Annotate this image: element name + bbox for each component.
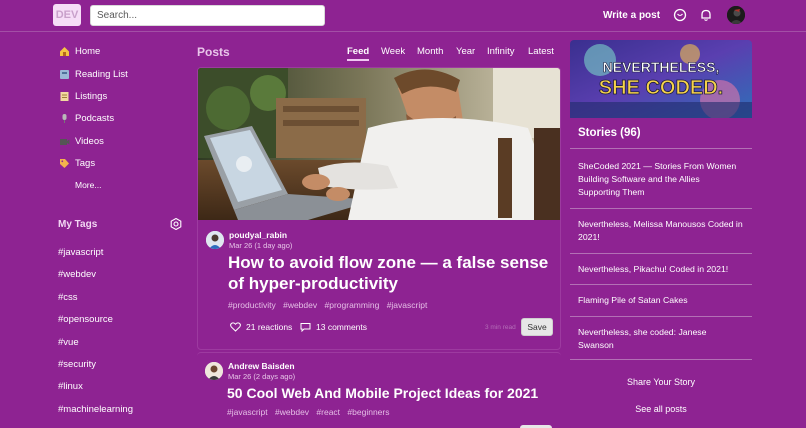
posts-heading: Posts	[197, 45, 230, 59]
logo-text: DEV	[55, 9, 79, 21]
tab-week[interactable]: Week	[381, 46, 405, 57]
gear-icon[interactable]	[170, 218, 182, 230]
share-story-link[interactable]: Share Your Story	[570, 377, 752, 387]
bell-icon[interactable]	[699, 8, 713, 22]
tag-link-webdev[interactable]: #webdev	[58, 269, 96, 280]
tag-link-vue[interactable]: #vue	[58, 337, 79, 348]
read-time: 3 min read	[485, 324, 516, 331]
sidebar-item-label: Videos	[75, 135, 104, 147]
story-item[interactable]: SheCoded 2021 — Stories From Women Build…	[570, 148, 752, 208]
author-avatar[interactable]	[206, 231, 224, 249]
post-tag[interactable]: #webdev	[283, 300, 317, 310]
tab-infinity[interactable]: Infinity	[487, 46, 514, 57]
sidebar-item-reading-list[interactable]: Reading List	[59, 66, 128, 82]
sidebar-item-listings[interactable]: Listings	[59, 88, 107, 104]
story-item[interactable]: Nevertheless, Melissa Manousos Coded in …	[570, 208, 752, 250]
heart-icon	[230, 322, 241, 332]
tab-year[interactable]: Year	[456, 46, 475, 57]
reactions-count: 21 reactions	[246, 322, 293, 332]
tag-link-security[interactable]: #security	[58, 359, 96, 370]
user-avatar[interactable]	[727, 6, 745, 24]
microphone-icon	[62, 113, 67, 123]
post-tag[interactable]: #beginners	[347, 407, 389, 417]
post-card[interactable]: Andrew Baisden Mar 26 (2 days ago) 50 Co…	[197, 352, 561, 428]
post-card[interactable]: poudyal_rabin Mar 26 (1 day ago) How to …	[197, 67, 561, 350]
post-tags: #productivity #webdev #programming #java…	[228, 300, 432, 310]
tag-link-opensource[interactable]: #opensource	[58, 314, 113, 325]
post-tags: #javascript #webdev #react #beginners	[227, 407, 394, 417]
author-name[interactable]: Andrew Baisden	[228, 361, 295, 371]
my-tags-heading: My Tags	[58, 219, 98, 230]
post-author[interactable]: Andrew Baisden Mar 26 (2 days ago)	[205, 361, 295, 381]
camera-icon	[60, 138, 70, 145]
write-post-button[interactable]: Write a post	[603, 10, 660, 21]
post-tag[interactable]: #react	[316, 407, 340, 417]
scroll-icon	[60, 91, 69, 101]
tab-latest[interactable]: Latest	[528, 46, 554, 57]
post-author[interactable]: poudyal_rabin Mar 26 (1 day ago)	[206, 230, 292, 250]
author-name[interactable]: poudyal_rabin	[229, 230, 292, 240]
comments-count: 13 comments	[316, 322, 368, 332]
stories-widget: NEVERTHELESS, SHE CODED. Stories (96) Sh…	[570, 40, 752, 428]
tag-icon	[60, 158, 69, 168]
post-cover-image[interactable]	[198, 68, 560, 220]
sidebar-item-podcasts[interactable]: Podcasts	[59, 110, 114, 126]
post-title[interactable]: 50 Cool Web And Mobile Project Ideas for…	[227, 384, 557, 402]
post-tag[interactable]: #webdev	[275, 407, 309, 417]
house-icon	[60, 46, 69, 56]
see-all-posts-link[interactable]: See all posts	[570, 404, 752, 414]
post-date: Mar 26 (2 days ago)	[228, 372, 296, 381]
tab-feed[interactable]: Feed	[347, 46, 370, 61]
chat-icon[interactable]	[673, 8, 687, 22]
search-input[interactable]	[90, 5, 325, 26]
bookmark-icon	[60, 69, 69, 79]
tag-link-linux[interactable]: #linux	[58, 381, 83, 392]
tag-link-css[interactable]: #css	[58, 292, 78, 303]
top-header: DEV Write a post	[0, 0, 806, 32]
sidebar-item-home[interactable]: Home	[59, 43, 100, 59]
tag-link-machinelearning[interactable]: #machinelearning	[58, 404, 133, 415]
story-item[interactable]: Flaming Pile of Satan Cakes	[570, 284, 752, 315]
post-tag[interactable]: #javascript	[387, 300, 428, 310]
tab-month[interactable]: Month	[417, 46, 443, 57]
story-item[interactable]: Nevertheless, Pikachu! Coded in 2021!	[570, 253, 752, 283]
reactions-link[interactable]: 21 reactions	[230, 322, 292, 332]
post-title[interactable]: How to avoid flow zone — a false sense o…	[228, 252, 558, 294]
comments-link[interactable]: 13 comments	[300, 322, 367, 332]
post-tag[interactable]: #programming	[325, 300, 380, 310]
sidebar-item-tags[interactable]: Tags	[59, 155, 95, 171]
banner-line1: NEVERTHELESS,	[603, 59, 720, 75]
dev-logo[interactable]: DEV	[53, 4, 81, 26]
sidebar-item-videos[interactable]: Videos	[59, 133, 104, 149]
post-tag[interactable]: #javascript	[227, 407, 268, 417]
tag-link-javascript[interactable]: #javascript	[58, 247, 103, 258]
more-link[interactable]: More...	[75, 180, 101, 190]
author-avatar[interactable]	[205, 362, 223, 380]
story-item[interactable]: Nevertheless, she coded: Janese Swanson	[570, 316, 752, 360]
she-coded-banner[interactable]: NEVERTHELESS, SHE CODED.	[570, 40, 752, 118]
sidebar-item-label: Reading List	[75, 68, 128, 80]
banner-line2: SHE CODED.	[599, 77, 723, 99]
sidebar-item-label: Listings	[75, 90, 108, 102]
stories-heading: Stories (96)	[578, 127, 641, 139]
post-date: Mar 26 (1 day ago)	[229, 241, 293, 250]
post-tag[interactable]: #productivity	[228, 300, 276, 310]
sidebar-item-label: Podcasts	[75, 112, 115, 124]
sidebar-item-label: Tags	[75, 157, 96, 169]
save-button[interactable]: Save	[521, 318, 553, 336]
sidebar-item-label: Home	[75, 45, 101, 57]
comment-icon	[300, 323, 311, 332]
